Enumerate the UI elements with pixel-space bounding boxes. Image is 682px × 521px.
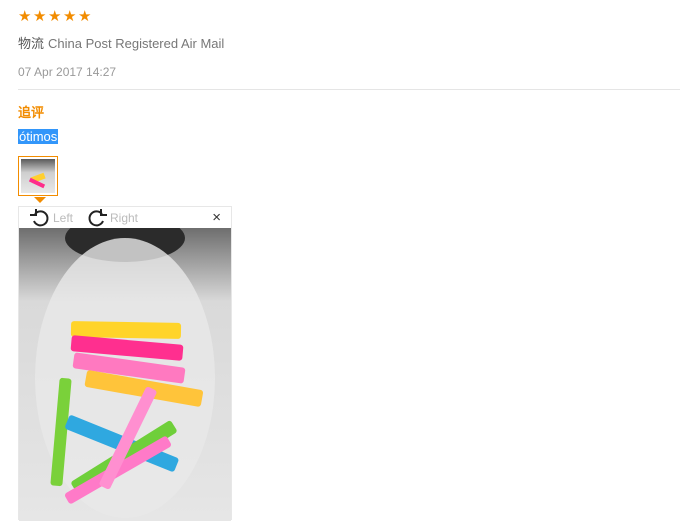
rotate-right-label: Right xyxy=(110,210,139,225)
close-button[interactable]: × xyxy=(212,209,221,226)
review-photo-thumbnail[interactable] xyxy=(18,156,58,196)
star-icon: ★ xyxy=(18,8,32,25)
star-icon: ★ xyxy=(48,8,62,25)
review-date: 07 Apr 2017 14:27 xyxy=(18,65,117,79)
viewer-toolbar: Left Right × xyxy=(19,207,231,228)
review-item: ★ ★ ★ ★ ★ 物流 China Post Registered Air Ma… xyxy=(0,0,682,521)
divider xyxy=(18,89,680,90)
rotate-left-label: Left xyxy=(53,210,74,225)
rotate-right-icon xyxy=(88,208,107,226)
star-icon: ★ xyxy=(33,8,47,25)
review-photo xyxy=(19,228,231,521)
thumbnail-caret xyxy=(34,197,46,203)
photo-viewer: Left Right × xyxy=(18,206,232,521)
rotate-right-button[interactable]: Right xyxy=(86,207,138,228)
rotate-left-icon xyxy=(30,208,49,226)
star-icon: ★ xyxy=(63,8,77,25)
followup-text: ótimos xyxy=(18,129,59,144)
logistics-value: China Post Registered Air Mail xyxy=(48,36,225,51)
logistics-info: 物流 China Post Registered Air Mail xyxy=(18,33,224,52)
star-icon: ★ xyxy=(78,8,92,25)
review-photo-image xyxy=(19,228,231,521)
followup-title: 追评 xyxy=(18,105,45,120)
selected-text[interactable]: ótimos xyxy=(18,129,59,144)
rating-stars: ★ ★ ★ ★ ★ xyxy=(18,8,92,25)
logistics-label: 物流 xyxy=(18,36,45,51)
rotate-left-button[interactable]: Left xyxy=(29,207,73,228)
thumbnail-image xyxy=(21,159,55,193)
